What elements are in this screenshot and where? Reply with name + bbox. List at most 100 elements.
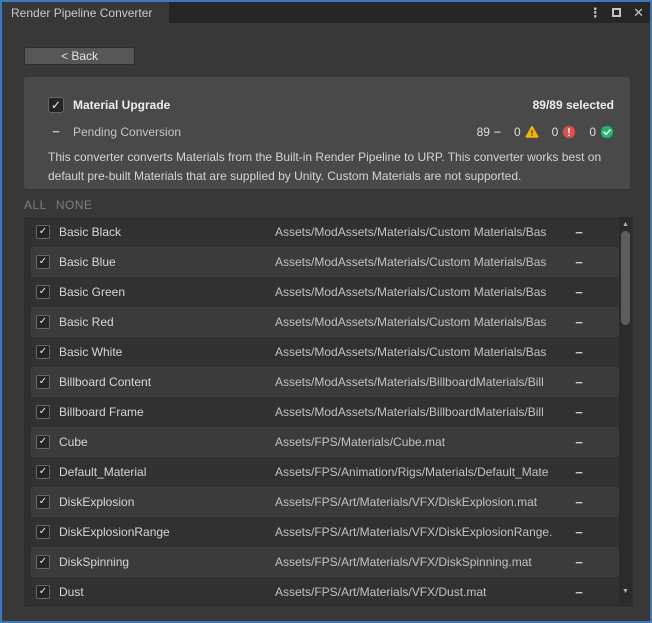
row-checkbox[interactable]: ✓ xyxy=(36,315,50,329)
warning-count-group: 0 xyxy=(514,125,539,139)
warning-count: 0 xyxy=(514,125,521,139)
checkmark-icon: ✓ xyxy=(39,497,47,507)
table-row[interactable]: ✓ Cube Assets/FPS/Materials/Cube.mat − xyxy=(31,427,619,457)
titlebar: Render Pipeline Converter ⋮ ✕ xyxy=(2,2,650,23)
table-row[interactable]: ✓ Basic Red Assets/ModAssets/Materials/C… xyxy=(31,307,619,337)
pending-status-icon: − xyxy=(569,405,589,420)
material-path: Assets/ModAssets/Materials/Custom Materi… xyxy=(275,247,567,277)
converter-panel: ✓ Material Upgrade 89/89 selected − Pend… xyxy=(24,77,630,189)
selection-links: ALL NONE xyxy=(24,198,93,212)
row-checkbox[interactable]: ✓ xyxy=(36,495,50,509)
status-counts: 89 − 0 0 xyxy=(477,125,614,139)
materials-rows: ✓ Basic Black Assets/ModAssets/Materials… xyxy=(31,217,619,607)
tab-render-pipeline-converter[interactable]: Render Pipeline Converter xyxy=(2,2,169,23)
success-count: 0 xyxy=(589,125,596,139)
checkmark-icon: ✓ xyxy=(39,437,47,447)
checkmark-icon: ✓ xyxy=(39,407,47,417)
scrollbar[interactable]: ▲ ▼ xyxy=(619,217,632,603)
row-checkbox[interactable]: ✓ xyxy=(36,225,50,239)
window-controls: ⋮ ✕ xyxy=(590,2,644,23)
collapse-minus-icon[interactable]: − xyxy=(48,124,64,139)
table-row[interactable]: ✓ Basic Black Assets/ModAssets/Materials… xyxy=(31,217,619,247)
close-icon[interactable]: ✕ xyxy=(633,6,644,19)
checkmark-icon: ✓ xyxy=(51,99,61,111)
checkmark-icon: ✓ xyxy=(39,377,47,387)
back-button[interactable]: < Back xyxy=(24,47,135,65)
material-path: Assets/FPS/Art/Materials/VFX/DiskSpinnin… xyxy=(275,547,567,577)
error-count: 0 xyxy=(552,125,559,139)
pending-status-icon: − xyxy=(569,345,589,360)
row-checkbox[interactable]: ✓ xyxy=(36,405,50,419)
pending-minus-icon: − xyxy=(494,125,501,139)
checkmark-icon: ✓ xyxy=(39,587,47,597)
maximize-glyph xyxy=(612,8,621,17)
converter-checkbox[interactable]: ✓ xyxy=(48,97,64,113)
row-checkbox[interactable]: ✓ xyxy=(36,525,50,539)
table-row[interactable]: ✓ Billboard Frame Assets/ModAssets/Mater… xyxy=(31,397,619,427)
row-checkbox[interactable]: ✓ xyxy=(36,585,50,599)
pending-count-group: 89 − xyxy=(477,125,501,139)
pending-status-icon: − xyxy=(569,255,589,270)
material-path: Assets/FPS/Art/Materials/VFX/DiskExplosi… xyxy=(275,517,567,547)
scroll-up-icon[interactable]: ▲ xyxy=(619,220,632,230)
table-row[interactable]: ✓ Basic Blue Assets/ModAssets/Materials/… xyxy=(31,247,619,277)
material-path: Assets/FPS/Art/Materials/VFX/Dust.mat xyxy=(275,577,567,607)
material-path: Assets/FPS/Animation/Rigs/Materials/Defa… xyxy=(275,457,567,487)
material-name: DiskExplosion xyxy=(59,495,134,509)
material-name: Basic Blue xyxy=(59,255,116,269)
material-path: Assets/ModAssets/Materials/Custom Materi… xyxy=(275,307,567,337)
table-row[interactable]: ✓ DiskExplosionRange Assets/FPS/Art/Mate… xyxy=(31,517,619,547)
row-checkbox[interactable]: ✓ xyxy=(36,255,50,269)
material-name: DiskSpinning xyxy=(59,555,129,569)
material-path: Assets/ModAssets/Materials/Custom Materi… xyxy=(275,277,567,307)
checkmark-icon: ✓ xyxy=(39,557,47,567)
material-path: Assets/ModAssets/Materials/BillboardMate… xyxy=(275,397,567,427)
material-name: Billboard Frame xyxy=(59,405,144,419)
success-icon xyxy=(600,125,614,139)
row-checkbox[interactable]: ✓ xyxy=(36,285,50,299)
material-name: Basic Green xyxy=(59,285,125,299)
table-row[interactable]: ✓ DiskSpinning Assets/FPS/Art/Materials/… xyxy=(31,547,619,577)
pending-status-icon: − xyxy=(569,585,589,600)
menu-dots-icon[interactable]: ⋮ xyxy=(590,6,600,19)
table-row[interactable]: ✓ DiskExplosion Assets/FPS/Art/Materials… xyxy=(31,487,619,517)
select-all-link[interactable]: ALL xyxy=(24,198,47,212)
select-none-link[interactable]: NONE xyxy=(56,198,93,212)
material-name: Billboard Content xyxy=(59,375,151,389)
render-pipeline-converter-window: Render Pipeline Converter ⋮ ✕ < Back ✓ M… xyxy=(0,0,652,623)
pending-status-icon: − xyxy=(569,225,589,240)
pending-status-icon: − xyxy=(569,375,589,390)
pending-conversion-row[interactable]: − Pending Conversion 89 − 0 0 xyxy=(48,124,614,139)
material-name: DiskExplosionRange xyxy=(59,525,170,539)
scrollbar-thumb[interactable] xyxy=(621,231,630,325)
checkmark-icon: ✓ xyxy=(39,347,47,357)
material-name: Basic Red xyxy=(59,315,114,329)
row-checkbox[interactable]: ✓ xyxy=(36,375,50,389)
materials-list: ✓ Basic Black Assets/ModAssets/Materials… xyxy=(24,217,633,607)
material-name: Basic Black xyxy=(59,225,121,239)
row-checkbox[interactable]: ✓ xyxy=(36,435,50,449)
scroll-down-icon[interactable]: ▼ xyxy=(619,587,632,597)
pending-status-icon: − xyxy=(569,525,589,540)
error-count-group: 0 xyxy=(552,125,577,139)
converter-description: This converter converts Materials from t… xyxy=(48,148,614,186)
table-row[interactable]: ✓ Default_Material Assets/FPS/Animation/… xyxy=(31,457,619,487)
row-checkbox[interactable]: ✓ xyxy=(36,465,50,479)
maximize-icon[interactable] xyxy=(612,8,621,17)
checkmark-icon: ✓ xyxy=(39,287,47,297)
table-row[interactable]: ✓ Billboard Content Assets/ModAssets/Mat… xyxy=(31,367,619,397)
table-row[interactable]: ✓ Dust Assets/FPS/Art/Materials/VFX/Dust… xyxy=(31,577,619,607)
material-name: Basic White xyxy=(59,345,122,359)
checkmark-icon: ✓ xyxy=(39,257,47,267)
checkmark-icon: ✓ xyxy=(39,527,47,537)
row-checkbox[interactable]: ✓ xyxy=(36,555,50,569)
material-path: Assets/ModAssets/Materials/Custom Materi… xyxy=(275,217,567,247)
material-path: Assets/FPS/Art/Materials/VFX/DiskExplosi… xyxy=(275,487,567,517)
converter-header-row: ✓ Material Upgrade 89/89 selected xyxy=(48,97,614,113)
pending-status-icon: − xyxy=(569,315,589,330)
table-row[interactable]: ✓ Basic White Assets/ModAssets/Materials… xyxy=(31,337,619,367)
table-row[interactable]: ✓ Basic Green Assets/ModAssets/Materials… xyxy=(31,277,619,307)
row-checkbox[interactable]: ✓ xyxy=(36,345,50,359)
warning-icon xyxy=(525,125,539,139)
window-title: Render Pipeline Converter xyxy=(11,6,152,20)
